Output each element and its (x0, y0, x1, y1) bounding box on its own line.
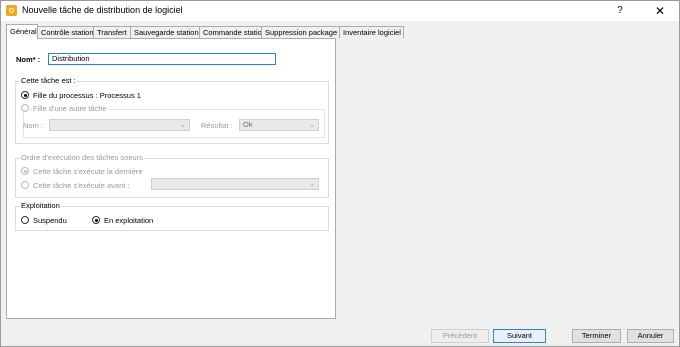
chevron-down-icon: ⌄ (309, 122, 315, 129)
title-bar[interactable]: Nouvelle tâche de distribution de logici… (1, 1, 679, 21)
name-label: Nom* : (16, 55, 41, 64)
chevron-down-icon: ⌄ (180, 122, 186, 129)
result-select[interactable]: Ok ⌄ (239, 119, 319, 131)
nom-select[interactable]: ⌄ (49, 119, 190, 131)
execute-before-radio[interactable] (21, 181, 29, 189)
previous-button[interactable]: Précédent (431, 329, 489, 343)
child-of-process-label: Fille du processus : Processus 1 (33, 91, 141, 100)
tab-general[interactable]: Général (6, 24, 38, 39)
finish-button[interactable]: Terminer (572, 329, 621, 343)
next-button[interactable]: Suivant (493, 329, 546, 343)
help-button[interactable]: ? (605, 1, 635, 21)
window-title: Nouvelle tâche de distribution de logici… (22, 5, 183, 15)
execute-last-label: Cette tâche s'exécute la dernière (33, 167, 143, 176)
child-of-process-radio[interactable] (21, 91, 29, 99)
running-radio[interactable] (92, 216, 100, 224)
chevron-down-icon: ⌄ (309, 181, 315, 188)
dialog-window: Nouvelle tâche de distribution de logici… (0, 0, 680, 347)
execute-before-select[interactable]: ⌄ (151, 178, 319, 190)
app-icon (6, 5, 17, 16)
suspended-radio[interactable] (21, 216, 29, 224)
task-parent-group-title: Cette tâche est : (20, 76, 77, 85)
execute-before-label: Cette tâche s'exécute avant : (33, 181, 130, 190)
running-label: En exploitation (104, 216, 154, 225)
cancel-button[interactable]: Annuler (627, 329, 674, 343)
close-button[interactable]: ✕ (645, 1, 675, 21)
tab-inventaire-logiciel[interactable]: Inventaire logiciel (339, 26, 404, 38)
tab-commande-station[interactable]: Commande station (199, 26, 266, 38)
general-tab-panel: Nom* : Distribution Cette tâche est : Fi… (6, 38, 336, 319)
child-of-task-label: Fille d'une autre tâche (32, 104, 108, 113)
execute-last-radio[interactable] (21, 167, 29, 175)
exploitation-title: Exploitation (20, 201, 61, 210)
suspended-label: Suspendu (33, 216, 67, 225)
tab-sauvegarde-station[interactable]: Sauvegarde station (130, 26, 200, 38)
execution-order-title: Ordre d'exécution des tâches soeurs (20, 153, 144, 162)
tab-controle-station[interactable]: Contrôle station (37, 26, 94, 38)
tab-transfert[interactable]: Transfert (93, 26, 131, 38)
result-select-value: Ok (243, 120, 253, 129)
name-input[interactable]: Distribution (48, 53, 276, 65)
tab-suppression-package[interactable]: Suppression package (261, 26, 340, 38)
result-label: Résultat : (201, 121, 233, 130)
nom-label: Nom : (23, 121, 44, 130)
